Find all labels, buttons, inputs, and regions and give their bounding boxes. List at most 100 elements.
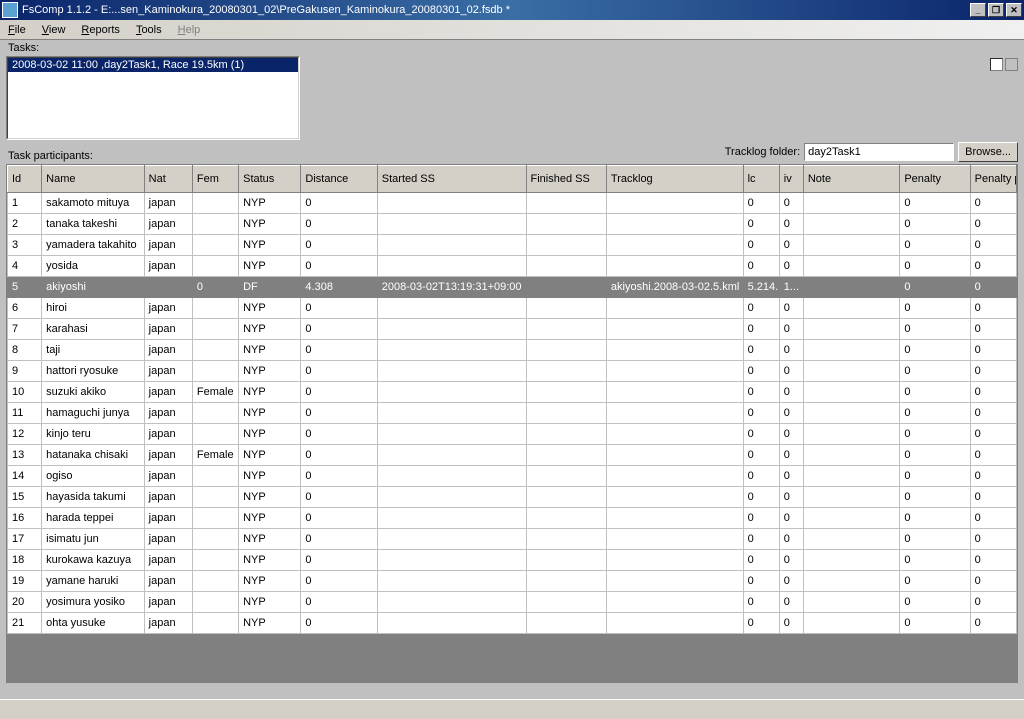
cell-iv[interactable]: 0 [779, 466, 803, 487]
cell-nat[interactable]: japan [144, 256, 192, 277]
cell-status[interactable]: NYP [239, 592, 301, 613]
cell-status[interactable]: DF [239, 277, 301, 298]
cell-started[interactable] [377, 361, 526, 382]
cell-id[interactable]: 8 [8, 340, 42, 361]
cell-lc[interactable]: 0 [743, 256, 779, 277]
cell-finished[interactable] [526, 508, 606, 529]
cell-note[interactable] [803, 382, 899, 403]
cell-nat[interactable]: japan [144, 340, 192, 361]
cell-started[interactable] [377, 235, 526, 256]
cell-finished[interactable] [526, 445, 606, 466]
cell-name[interactable]: hattori ryosuke [42, 361, 145, 382]
cell-iv[interactable]: 0 [779, 361, 803, 382]
cell-note[interactable] [803, 445, 899, 466]
cell-penalty[interactable]: 0 [900, 193, 970, 214]
cell-iv[interactable]: 0 [779, 235, 803, 256]
cell-nat[interactable]: japan [144, 613, 192, 634]
cell-finished[interactable] [526, 319, 606, 340]
cell-penalty[interactable]: 0 [900, 403, 970, 424]
cell-penalty[interactable]: 0 [900, 487, 970, 508]
cell-status[interactable]: NYP [239, 487, 301, 508]
cell-finished[interactable] [526, 193, 606, 214]
cell-iv[interactable]: 0 [779, 403, 803, 424]
cell-note[interactable] [803, 235, 899, 256]
cell-finished[interactable] [526, 235, 606, 256]
cell-iv[interactable]: 0 [779, 382, 803, 403]
cell-name[interactable]: hayasida takumi [42, 487, 145, 508]
cell-id[interactable]: 9 [8, 361, 42, 382]
table-row[interactable]: 1sakamoto mituyajapanNYP00000 [8, 193, 1017, 214]
cell-note[interactable] [803, 361, 899, 382]
cell-penalty[interactable]: 0 [900, 256, 970, 277]
cell-tracklog[interactable] [606, 487, 743, 508]
cell-id[interactable]: 1 [8, 193, 42, 214]
table-row[interactable]: 18kurokawa kazuyajapanNYP00000 [8, 550, 1017, 571]
cell-penalty[interactable]: 0 [900, 235, 970, 256]
cell-tracklog[interactable] [606, 361, 743, 382]
cell-status[interactable]: NYP [239, 529, 301, 550]
cell-distance[interactable]: 0 [301, 508, 377, 529]
cell-tracklog[interactable] [606, 466, 743, 487]
cell-tracklog[interactable] [606, 340, 743, 361]
cell-lc[interactable]: 0 [743, 508, 779, 529]
cell-id[interactable]: 2 [8, 214, 42, 235]
cell-pp[interactable]: 0 [970, 340, 1016, 361]
cell-name[interactable]: kinjo teru [42, 424, 145, 445]
cell-penalty[interactable]: 0 [900, 571, 970, 592]
cell-tracklog[interactable]: akiyoshi.2008-03-02.5.kml [606, 277, 743, 298]
cell-status[interactable]: NYP [239, 361, 301, 382]
cell-pp[interactable]: 0 [970, 592, 1016, 613]
cell-status[interactable]: NYP [239, 298, 301, 319]
cell-distance[interactable]: 0 [301, 382, 377, 403]
cell-nat[interactable]: japan [144, 445, 192, 466]
cell-finished[interactable] [526, 277, 606, 298]
cell-started[interactable] [377, 529, 526, 550]
cell-tracklog[interactable] [606, 424, 743, 445]
cell-pp[interactable]: 0 [970, 529, 1016, 550]
cell-distance[interactable]: 0 [301, 487, 377, 508]
cell-name[interactable]: karahasi [42, 319, 145, 340]
cell-status[interactable]: NYP [239, 466, 301, 487]
cell-iv[interactable]: 0 [779, 445, 803, 466]
cell-status[interactable]: NYP [239, 445, 301, 466]
cell-id[interactable]: 7 [8, 319, 42, 340]
cell-lc[interactable]: 0 [743, 403, 779, 424]
cell-iv[interactable]: 0 [779, 508, 803, 529]
cell-status[interactable]: NYP [239, 508, 301, 529]
cell-iv[interactable]: 0 [779, 550, 803, 571]
col-penalty[interactable]: Penalty [900, 166, 970, 193]
cell-distance[interactable]: 0 [301, 319, 377, 340]
cell-name[interactable]: yamadera takahito [42, 235, 145, 256]
cell-started[interactable] [377, 466, 526, 487]
cell-pp[interactable]: 0 [970, 235, 1016, 256]
cell-tracklog[interactable] [606, 613, 743, 634]
col-started[interactable]: Started SS [377, 166, 526, 193]
cell-pp[interactable]: 0 [970, 466, 1016, 487]
cell-lc[interactable]: 0 [743, 340, 779, 361]
cell-started[interactable] [377, 214, 526, 235]
minimize-button[interactable]: _ [970, 3, 986, 17]
cell-status[interactable]: NYP [239, 193, 301, 214]
cell-fem[interactable] [192, 235, 238, 256]
cell-fem[interactable] [192, 214, 238, 235]
cell-started[interactable] [377, 445, 526, 466]
table-row[interactable]: 16harada teppeijapanNYP00000 [8, 508, 1017, 529]
cell-iv[interactable]: 0 [779, 571, 803, 592]
cell-pp[interactable]: 0 [970, 550, 1016, 571]
menu-tools[interactable]: Tools [136, 24, 162, 36]
col-note[interactable]: Note [803, 166, 899, 193]
cell-lc[interactable]: 0 [743, 298, 779, 319]
cell-note[interactable] [803, 571, 899, 592]
table-row[interactable]: 21ohta yusukejapanNYP00000 [8, 613, 1017, 634]
cell-id[interactable]: 10 [8, 382, 42, 403]
cell-pp[interactable]: 0 [970, 445, 1016, 466]
cell-fem[interactable] [192, 529, 238, 550]
cell-finished[interactable] [526, 592, 606, 613]
cell-name[interactable]: sakamoto mituya [42, 193, 145, 214]
cell-penalty[interactable]: 0 [900, 613, 970, 634]
cell-id[interactable]: 14 [8, 466, 42, 487]
cell-iv[interactable]: 0 [779, 424, 803, 445]
cell-started[interactable] [377, 424, 526, 445]
maximize-button[interactable]: ❐ [988, 3, 1004, 17]
cell-status[interactable]: NYP [239, 571, 301, 592]
